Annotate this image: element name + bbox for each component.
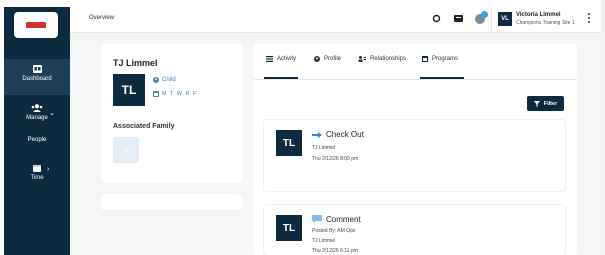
profile-card: TJ Limmel TL Child M T W R F Associated …: [101, 44, 242, 183]
profile-avatar: TL: [113, 74, 145, 106]
activity-avatar: TL: [276, 215, 302, 241]
sidebar-item-dashboard[interactable]: Dashboard: [4, 59, 70, 95]
notifications-icon[interactable]: [473, 10, 489, 26]
profile-role: Child: [153, 77, 176, 83]
top-bar: [0, 0, 605, 7]
logo-mark: [26, 22, 46, 28]
tab-bar: Activity Profile Relationships Programs: [254, 44, 577, 80]
filter-icon: [533, 100, 540, 107]
list-icon: [266, 56, 273, 62]
activity-avatar: TL: [276, 130, 302, 156]
tab-label: Programs: [432, 56, 459, 62]
sidebar-item-people[interactable]: People: [4, 137, 70, 143]
activity-posted-by: Posted By: AM Ops: [312, 228, 356, 234]
activity-title-text: Comment: [326, 215, 361, 224]
comment-icon: [312, 215, 322, 224]
activity-item[interactable]: TL Comment Posted By: AM Ops TJ Limmel T…: [264, 205, 565, 255]
tab-label: Profile: [324, 56, 342, 62]
people-group-icon: [31, 104, 43, 112]
profile-schedule: M T W R F: [153, 91, 197, 97]
activity-title: Check Out: [312, 130, 364, 139]
tab-profile[interactable]: Profile: [314, 56, 341, 62]
programs-icon: [422, 56, 428, 62]
avatar: VL: [498, 12, 512, 26]
tab-underline-activity: [264, 77, 298, 79]
associated-family-placeholder[interactable]: [113, 137, 139, 163]
sidebar-item-manage[interactable]: Manage ⌄: [4, 104, 70, 121]
calendar-icon: [153, 91, 159, 97]
messages-icon[interactable]: [453, 14, 464, 24]
activity-child-name: TJ Limmel: [312, 238, 336, 244]
activity-title-text: Check Out: [326, 130, 364, 139]
user-site: Champions Training Site 1: [516, 20, 575, 26]
associated-family-heading: Associated Family: [113, 123, 175, 130]
child-icon: [153, 77, 159, 83]
relationships-icon: [358, 56, 366, 62]
activity-child-name: TJ Limmel: [312, 145, 336, 151]
filter-label: Filter: [543, 100, 558, 107]
chevron-right-icon: ›: [47, 166, 50, 173]
more-options-icon[interactable]: [588, 13, 592, 25]
user-menu[interactable]: VL Victoria Limmel Champions Training Si…: [491, 7, 601, 33]
tab-programs[interactable]: Programs: [422, 56, 458, 62]
calendar-icon: [33, 165, 41, 172]
app-logo[interactable]: [14, 12, 58, 38]
window-edge: [601, 0, 605, 255]
profile-role-label: Child: [162, 77, 176, 83]
breadcrumb[interactable]: Overview: [89, 15, 114, 21]
tab-label: Relationships: [370, 56, 407, 62]
profile-icon: [314, 56, 320, 62]
tab-underline-programs: [420, 77, 464, 79]
tab-relationships[interactable]: Relationships: [358, 56, 406, 62]
sidebar-item-label: People: [27, 137, 47, 143]
top-header: Overview VL Victoria Limmel Champions Tr…: [70, 7, 601, 33]
secondary-card: [101, 194, 242, 210]
dashboard-icon: [32, 65, 42, 73]
checkout-arrow-icon: [312, 131, 322, 138]
profile-name: TJ Limmel: [113, 58, 158, 68]
filter-button[interactable]: Filter: [527, 96, 564, 111]
activity-timestamp: Thu 2/12/26 8:00 pm: [312, 156, 359, 162]
tab-activity[interactable]: Activity: [266, 56, 296, 62]
activity-item[interactable]: TL Check Out TJ Limmel Thu 2/12/26 8:00 …: [264, 120, 565, 191]
activity-title: Comment: [312, 215, 361, 224]
sidebar-item-label: Dashboard: [22, 76, 52, 82]
search-icon[interactable]: [432, 14, 442, 24]
sidebar: Dashboard Manage ⌄ People Time ›: [4, 7, 70, 255]
tab-label: Activity: [277, 56, 297, 62]
sidebar-item-label: Manage: [26, 115, 48, 121]
activity-timestamp: Thu 2/12/26 6:11 pm: [312, 248, 358, 254]
chevron-down-icon: ⌄: [49, 110, 55, 117]
profile-days: M T W R F: [162, 91, 198, 97]
sidebar-item-label: Time: [30, 175, 44, 181]
sidebar-item-time[interactable]: Time ›: [4, 164, 70, 181]
user-name: Victoria Limmel: [516, 12, 561, 18]
